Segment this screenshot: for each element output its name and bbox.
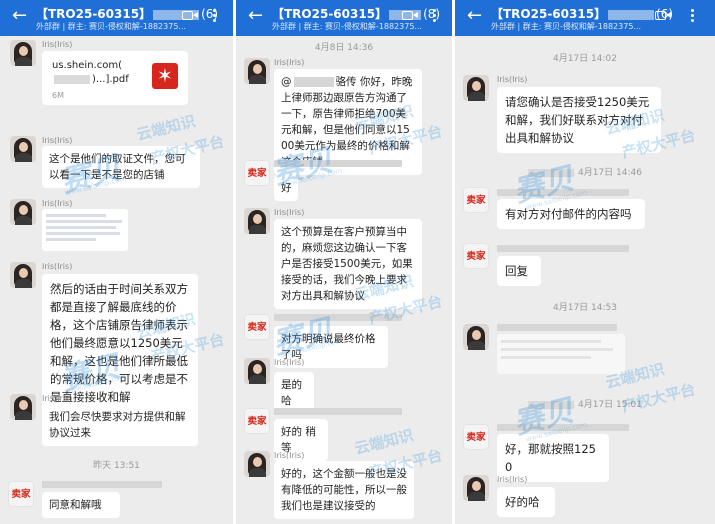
avatar[interactable] [463,475,489,501]
avatar[interactable] [10,199,36,225]
timestamp: 4月17日 14:02 [553,54,617,64]
file-name: us.shein.com()...].pdf [52,60,129,85]
more-options-icon[interactable] [213,9,217,25]
sender-name: Iris(Iris) [274,358,305,367]
sender-name: Iris(Iris) [42,40,73,49]
sender-name: Iris(Iris) [42,136,73,145]
chat-header: ← 【TRO25-60315】 (6) 外部群 | 群主: 赛贝-侵权和解-188… [455,0,715,36]
back-arrow-icon[interactable]: ← [12,6,27,26]
timestamp: 4月17日 15:01 [455,397,715,410]
screenshot-collage: ← 【TRO25-60315】 (6) 外部群 | 群主: 赛贝-侵权和解-188… [0,0,715,524]
sender-name: Iris(Iris) [274,451,305,460]
sender-name: Iris(Iris) [497,75,528,84]
message-bubble[interactable]: 好的，这个金额一般也是没有降低的可能性，所以一般我们也是建议接受的 [274,461,414,519]
sender-name [274,160,402,167]
message-bubble[interactable]: 请您确认是否接受1250美元和解，我们好联系对方对付出具和解协议 [497,87,661,153]
sender-name [497,189,629,196]
message-bubble[interactable]: 这个预算是在客户预算当中的，麻烦您这边确认一下客户是否接受1500美元，如果接受… [274,219,422,309]
avatar[interactable] [10,262,36,288]
timestamp: 昨天 13:51 [93,461,140,471]
chat-panel-2: ← 【TRO25-60315】 (8) 外部群 | 群主: 赛贝-侵权和解-188… [236,0,452,524]
seller-avatar[interactable]: 卖家 [244,160,270,186]
back-arrow-icon[interactable]: ← [467,6,482,26]
file-message[interactable]: us.shein.com()...].pdf 6M ✶ [42,51,188,105]
message-bubble[interactable]: 我们会尽快要求对方提供和解协议过来 [42,404,198,446]
message-bubble[interactable]: 回复 [497,256,541,286]
message-bubble[interactable]: 然后的话由于时间关系双方都是直接了解最底线的价格，这个店铺原告律师表示他们最终愿… [42,274,198,412]
file-size: 6M [52,91,64,100]
avatar[interactable] [10,394,36,420]
chat-subtitle: 外部群 | 群主: 赛贝-侵权和解-1882375... [272,22,423,31]
timestamp: 4月17日 14:46 [455,165,715,178]
sender-name: Iris(Iris) [42,199,73,208]
sender-name: Iris(Iris) [497,475,528,484]
sender-name: Iris(Iris) [274,58,305,67]
message-bubble[interactable]: 有对方对付邮件的内容吗 [497,199,645,229]
video-call-icon[interactable] [402,10,418,21]
avatar[interactable] [10,40,36,66]
sender-name: Iris(Iris) [274,208,305,217]
image-message[interactable] [42,209,128,251]
sender-name [274,314,402,321]
avatar[interactable] [244,58,270,84]
chat-header: ← 【TRO25-60315】 (8) 外部群 | 群主: 赛贝-侵权和解-188… [236,0,452,36]
chat-subtitle: 外部群 | 群主: 赛贝-侵权和解-1882375... [36,22,187,31]
avatar[interactable] [244,451,270,477]
more-options-icon[interactable] [691,9,695,25]
chat-subtitle: 外部群 | 群主: 赛贝-侵权和解-1882375... [491,22,642,31]
sender-name: Iris(Iris) [42,394,73,403]
sender-name: Iris(Iris) [42,262,73,271]
back-arrow-icon[interactable]: ← [248,6,263,26]
avatar[interactable] [463,75,489,101]
chat-header: ← 【TRO25-60315】 (6) 外部群 | 群主: 赛贝-侵权和解-188… [0,0,233,36]
sender-name [497,324,617,331]
seller-avatar[interactable]: 卖家 [8,481,34,507]
seller-avatar[interactable]: 卖家 [463,424,489,450]
avatar[interactable] [10,136,36,162]
sender-name [497,245,629,252]
message-bubble[interactable]: 这个是他们的取证文件，您可以看一下是不是您的店铺 [42,146,200,188]
avatar[interactable] [244,208,270,234]
seller-avatar[interactable]: 卖家 [244,314,270,340]
chat-panel-3: ← 【TRO25-60315】 (6) 外部群 | 群主: 赛贝-侵权和解-188… [455,0,715,524]
video-call-icon[interactable] [655,10,671,21]
seller-avatar[interactable]: 卖家 [463,187,489,213]
pdf-icon: ✶ [152,63,178,89]
sender-name [274,408,402,415]
chat-panel-1: ← 【TRO25-60315】 (6) 外部群 | 群主: 赛贝-侵权和解-188… [0,0,233,524]
seller-avatar[interactable]: 卖家 [463,243,489,269]
chat-title: 【TRO25-60315】 (6) [491,7,674,21]
message-bubble[interactable]: 同意和解哦 [42,492,120,518]
avatar[interactable] [244,358,270,384]
sender-name [497,424,629,431]
timestamp: 4月8日 14:36 [314,43,374,53]
seller-avatar[interactable]: 卖家 [244,408,270,434]
message-bubble[interactable]: 好 [274,175,298,201]
avatar[interactable] [463,324,489,350]
sender-name [42,481,162,488]
image-message[interactable] [497,334,625,374]
more-options-icon[interactable] [433,9,437,25]
timestamp: 4月17日 14:53 [553,303,617,313]
message-bubble[interactable]: 好的哈 [497,487,555,517]
video-call-icon[interactable] [182,10,198,21]
